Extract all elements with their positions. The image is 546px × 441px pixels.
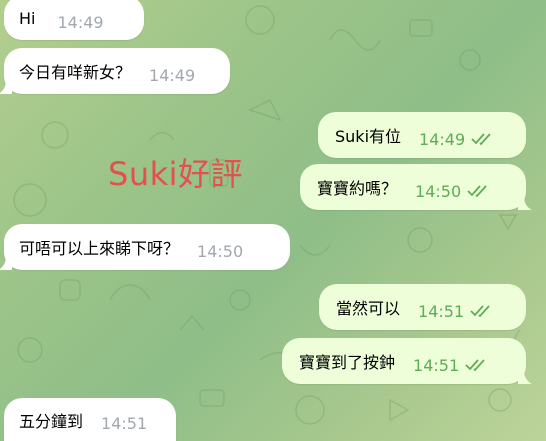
bubble-tail bbox=[518, 370, 532, 384]
double-check-icon bbox=[467, 183, 493, 202]
chat-history[interactable]: Hi 14:49 今日有咩新女？ 14:49 Suki有位 14:49 寶寶約嗎… bbox=[0, 0, 546, 441]
message-text: Hi bbox=[19, 8, 36, 28]
message-time: 14:51 bbox=[101, 414, 148, 433]
message-bubble-outgoing[interactable]: Suki有位 14:49 bbox=[318, 112, 526, 158]
double-check-icon bbox=[470, 303, 496, 322]
double-check-icon bbox=[471, 131, 497, 150]
bubble-tail bbox=[0, 80, 12, 94]
message-time: 14:50 bbox=[415, 181, 462, 201]
message-bubble-incoming[interactable]: 五分鐘到 14:51 bbox=[4, 398, 176, 441]
message-time: 14:49 bbox=[419, 129, 466, 149]
message-text: 可唔可以上來睇下呀？ bbox=[19, 239, 180, 258]
message-text: Suki有位 bbox=[335, 127, 402, 146]
message-bubble-incoming[interactable]: Hi 14:49 bbox=[4, 0, 144, 40]
message-time: 14:50 bbox=[197, 241, 244, 261]
message-bubble-outgoing[interactable]: 寶寶到了按鈡 14:51 bbox=[282, 338, 532, 384]
message-bubble-incoming[interactable]: 可唔可以上來睇下呀？ 14:50 bbox=[0, 224, 290, 270]
message-bubble-outgoing[interactable]: 當然可以 14:51 bbox=[319, 284, 526, 330]
message-text: 五分鐘到 bbox=[19, 411, 84, 431]
message-time: 14:51 bbox=[418, 301, 465, 321]
message-time: 14:49 bbox=[57, 12, 104, 32]
message-text: 當然可以 bbox=[336, 299, 401, 318]
watermark-text: Suki好評 bbox=[108, 155, 244, 193]
bubble-tail bbox=[0, 256, 12, 270]
message-text: 寶寶到了按鈡 bbox=[299, 353, 396, 372]
bubble-tail bbox=[518, 196, 532, 210]
message-text: 寶寶約嗎？ bbox=[317, 179, 398, 198]
message-text: 今日有咩新女？ bbox=[19, 63, 132, 82]
message-bubble-outgoing[interactable]: 寶寶約嗎？ 14:50 bbox=[300, 164, 532, 210]
double-check-icon bbox=[465, 357, 491, 376]
message-time: 14:51 bbox=[413, 355, 460, 375]
message-time: 14:49 bbox=[149, 65, 196, 85]
message-bubble-incoming[interactable]: 今日有咩新女？ 14:49 bbox=[0, 48, 230, 94]
